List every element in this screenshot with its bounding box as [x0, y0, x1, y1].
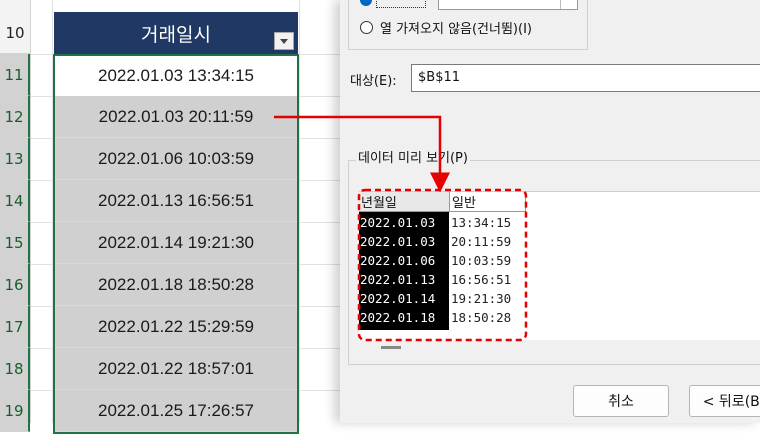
- data-cell[interactable]: 2022.01.22 18:57:01: [54, 348, 298, 390]
- row-header[interactable]: 12: [0, 96, 30, 138]
- chevron-down-icon: [280, 38, 288, 44]
- data-cell[interactable]: 2022.01.25 17:26:57: [54, 390, 298, 432]
- preview-cell: 20:11:59: [451, 234, 512, 249]
- dropdown-arrow-icon[interactable]: [560, 0, 577, 9]
- row-header[interactable]: 14: [0, 180, 30, 222]
- data-cell[interactable]: 2022.01.06 10:03:59: [54, 138, 298, 180]
- destination-input[interactable]: $B$11: [411, 64, 760, 92]
- focused-option: [376, 0, 426, 8]
- preview-cell: 2022.01.18: [360, 310, 436, 325]
- column-header-label: 거래일시: [141, 23, 211, 46]
- row-header[interactable]: 11: [0, 54, 30, 96]
- cancel-button[interactable]: 취소: [573, 385, 669, 417]
- data-preview-area[interactable]: 년월일 일반 2022.01.03 13:34:15 2022.01.03 20…: [359, 191, 760, 340]
- back-button[interactable]: < 뒤로(B): [689, 385, 760, 417]
- data-cell[interactable]: 2022.01.03 20:11:59: [54, 96, 298, 138]
- preview-cell: 10:03:59: [451, 253, 512, 268]
- row-header[interactable]: 19: [0, 390, 30, 432]
- row-header[interactable]: 10: [0, 12, 30, 54]
- row-header[interactable]: 15: [0, 222, 30, 264]
- data-cell[interactable]: 2022.01.03 13:34:15: [54, 55, 298, 97]
- preview-cell: 13:34:15: [451, 215, 512, 230]
- preview-column-header[interactable]: 년월일: [359, 192, 450, 212]
- preview-cell: 2022.01.13: [360, 272, 436, 287]
- column-line: [299, 0, 300, 423]
- row-headers: 10 11 12 13 14 15 16 17 18 19: [0, 0, 31, 432]
- text-import-wizard-dialog: 열 가져오지 않음(건너뜀)(I) 대상(E): $B$11 데이터 미리 보기…: [340, 0, 760, 423]
- preview-cell: 2022.01.14: [360, 291, 436, 306]
- preview-cell: 2022.01.06: [360, 253, 436, 268]
- row-header[interactable]: 13: [0, 138, 30, 180]
- preview-cell: 19:21:30: [451, 291, 512, 306]
- preview-cell: 18:50:28: [451, 310, 512, 325]
- filter-dropdown-button[interactable]: [274, 32, 294, 50]
- destination-label: 대상(E):: [350, 74, 397, 89]
- row-header[interactable]: 16: [0, 264, 30, 306]
- preview-cell: 16:56:51: [451, 272, 512, 287]
- row-header[interactable]: 17: [0, 306, 30, 348]
- data-cell[interactable]: 2022.01.13 16:56:51: [54, 180, 298, 222]
- date-format-select[interactable]: [438, 0, 578, 10]
- preview-scroll-handle[interactable]: [381, 346, 401, 349]
- data-cell[interactable]: 2022.01.14 19:21:30: [54, 222, 298, 264]
- data-cell[interactable]: 2022.01.18 18:50:28: [54, 264, 298, 306]
- preview-column-header[interactable]: 일반: [450, 192, 526, 212]
- data-preview-title: 데이터 미리 보기(P): [356, 147, 470, 166]
- radio-skip-column-label[interactable]: 열 가져오지 않음(건너뜀)(I): [380, 18, 532, 37]
- preview-cell: 2022.01.03: [360, 215, 436, 230]
- column-header-transaction-datetime[interactable]: 거래일시: [54, 12, 298, 54]
- column-line: [52, 0, 53, 423]
- preview-cell: 2022.01.03: [360, 234, 436, 249]
- data-cell[interactable]: 2022.01.22 15:29:59: [54, 306, 298, 348]
- radio-skip-column[interactable]: [360, 21, 373, 34]
- row-header[interactable]: 18: [0, 348, 30, 390]
